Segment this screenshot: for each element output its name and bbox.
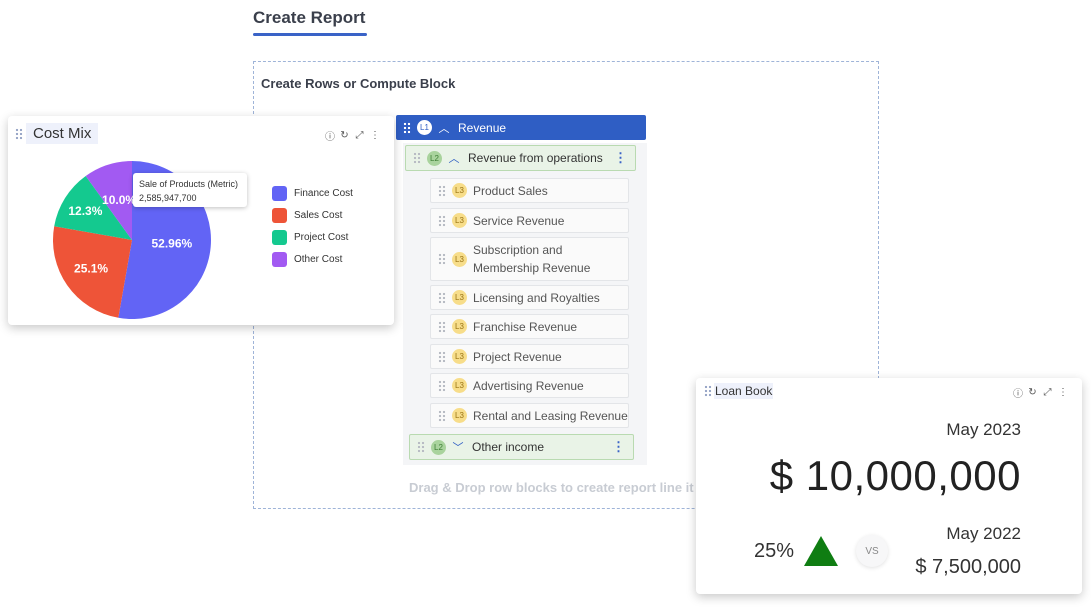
expand-icon[interactable]: ⤢ [1043, 387, 1052, 398]
legend-label: Other Cost [294, 253, 343, 265]
refresh-icon[interactable]: ↻ [1028, 387, 1037, 398]
previous-value: $ 7,500,000 [915, 556, 1021, 578]
legend-label: Sales Cost [294, 209, 343, 221]
legend-label: Project Cost [294, 231, 349, 243]
current-value: $ 10,000,000 [769, 452, 1021, 499]
card-toolbar: ⓘ ↻ ⤢ ⋮ [1013, 385, 1068, 400]
tooltip-label: Sale of Products (Metric) [139, 179, 239, 189]
pie-tooltip: Sale of Products (Metric) 2,585,947,700 [133, 173, 247, 207]
legend-item[interactable]: Other Cost [272, 251, 353, 267]
previous-period: May 2022 [946, 524, 1021, 543]
vs-badge: VS [856, 535, 888, 567]
legend-swatch [272, 207, 287, 223]
info-icon[interactable]: ⓘ [1013, 385, 1023, 400]
legend-item[interactable]: Finance Cost [272, 185, 353, 201]
legend-swatch [272, 229, 287, 245]
pie-data-label: 25.1% [74, 262, 108, 276]
triangle-up-icon [804, 536, 838, 566]
more-vertical-icon[interactable]: ⋮ [1058, 387, 1068, 398]
legend-swatch [272, 251, 287, 267]
change-percent: 25% [754, 540, 795, 562]
pie-data-label: 52.96% [151, 236, 192, 250]
current-period: May 2023 [946, 420, 1021, 439]
tooltip-value: 2,585,947,700 [139, 193, 197, 203]
legend-item[interactable]: Sales Cost [272, 207, 353, 223]
legend-item[interactable]: Project Cost [272, 229, 353, 245]
pie-legend: Finance Cost Sales Cost Project Cost Oth… [272, 185, 353, 267]
legend-label: Finance Cost [294, 187, 353, 199]
pie-data-label: 12.3% [68, 204, 102, 218]
pie-data-label: 10.0% [102, 193, 136, 207]
legend-swatch [272, 185, 287, 201]
drag-handle-icon[interactable] [704, 385, 712, 397]
loan-book-title: Loan Book [714, 383, 774, 399]
